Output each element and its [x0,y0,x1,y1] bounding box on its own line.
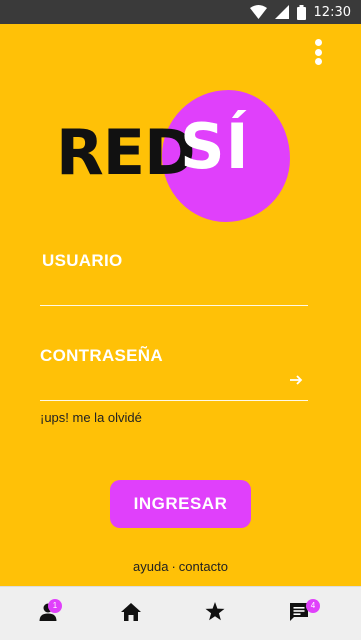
footer-links: ayuda · contacto [0,559,361,574]
wifi-icon [249,5,267,19]
arrow-right-icon[interactable] [288,372,304,388]
forgot-password-link[interactable]: ¡ups! me la olvidé [40,410,142,425]
profile-badge: 1 [48,599,62,613]
login-button[interactable]: INGRESAR [110,480,251,528]
logo-text-si: SÍ [180,110,250,183]
nav-favorites[interactable] [185,587,245,640]
star-icon [205,602,225,626]
login-screen: RED SÍ USUARIO CONTRASEÑA ¡ups! me la ol… [0,24,361,586]
home-icon [121,602,141,626]
status-bar: 12:30 [0,0,361,24]
user-underline [40,305,308,306]
help-link[interactable]: ayuda [133,559,168,574]
footer-separator: · [171,559,176,574]
password-underline [40,400,308,401]
redsi-logo: RED SÍ [56,86,306,226]
bottom-nav: 1 4 [0,586,361,640]
nav-messages[interactable]: 4 [269,587,329,640]
battery-icon [296,4,306,20]
logo-text-red: RED [56,116,196,189]
overflow-menu-icon[interactable] [308,36,328,68]
messages-badge: 4 [306,599,320,613]
password-input[interactable] [40,370,280,394]
contact-link[interactable]: contacto [179,559,228,574]
nav-profile[interactable]: 1 [18,587,78,640]
signal-icon [274,5,289,19]
password-label: CONTRASEÑA [40,346,163,365]
user-input[interactable] [40,278,280,302]
user-label: USUARIO [42,251,123,270]
status-time: 12:30 [313,4,351,20]
nav-home[interactable] [101,587,161,640]
